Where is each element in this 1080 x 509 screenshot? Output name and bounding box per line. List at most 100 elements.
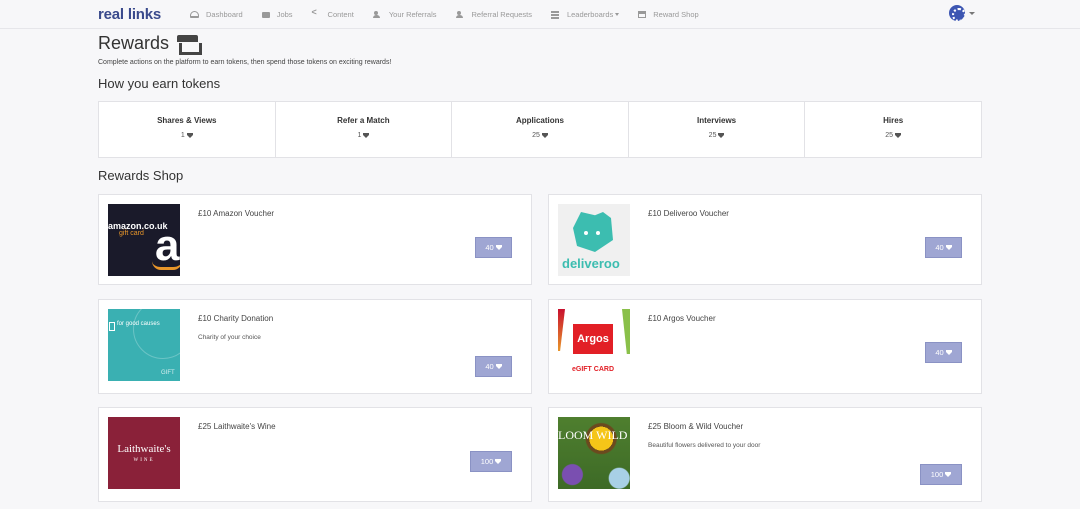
nav-item-dashboard[interactable]: Dashboard <box>190 10 243 19</box>
gem-icon <box>945 245 952 250</box>
earn-tokens-grid: Shares & Views 1 Refer a Match 1 Applica… <box>98 101 982 158</box>
gem-icon <box>363 133 370 138</box>
user-plus-icon <box>372 11 382 18</box>
earn-item-value: 25 <box>629 132 805 139</box>
earn-item-hires: Hires 25 <box>805 102 981 157</box>
earn-item-value: 25 <box>452 132 628 139</box>
image-brand-text: LOOM WILD <box>558 428 628 442</box>
redeem-button[interactable]: 100 <box>920 464 962 485</box>
amazon-smile-logo <box>152 261 180 270</box>
reward-title: £10 Charity Donation <box>198 314 274 323</box>
reward-card-argos: Argos eGIFT CARD £10 Argos Voucher 40 <box>548 299 982 394</box>
chevron-down-icon[interactable] <box>969 12 975 15</box>
page-subtitle: Complete actions on the platform to earn… <box>98 59 392 66</box>
image-sub-text: eGIFT CARD <box>572 366 614 373</box>
decorative-stripe <box>622 309 630 354</box>
shop-section-title: Rewards Shop <box>98 168 184 183</box>
image-brand-text: Laithwaite's <box>117 443 171 455</box>
redeem-button[interactable]: 40 <box>925 342 962 363</box>
bloom-wild-flowers-image: LOOM WILD <box>558 417 630 489</box>
earn-item-label: Shares & Views <box>157 116 217 125</box>
nav-item-leaderboards[interactable]: Leaderboards <box>550 10 620 19</box>
charity-gift-card-image: for good causes GIFT <box>108 309 180 381</box>
redeem-button[interactable]: 40 <box>925 237 962 258</box>
gem-icon <box>945 350 952 355</box>
gem-icon <box>945 472 952 477</box>
redeem-button[interactable]: 40 <box>475 237 512 258</box>
gift-box-icon <box>109 322 115 331</box>
earn-item-shares-views: Shares & Views 1 <box>99 102 276 157</box>
earn-item-value: 25 <box>805 132 981 139</box>
gem-icon <box>495 364 502 369</box>
user-plus-icon <box>455 11 465 18</box>
nav-item-label: Reward Shop <box>653 10 699 19</box>
price-label: 40 <box>935 243 944 252</box>
redeem-button[interactable]: 100 <box>470 451 512 472</box>
earn-item-label: Applications <box>515 116 564 125</box>
image-sub-text: GIFT <box>161 370 175 376</box>
chevron-down-icon <box>615 13 620 16</box>
logo-eye <box>584 231 588 235</box>
token-count: 1 <box>357 132 362 139</box>
decorative-circle <box>133 309 180 359</box>
price-label: 100 <box>930 470 944 479</box>
reward-title: £25 Bloom & Wild Voucher <box>648 422 744 431</box>
earn-item-label: Interviews <box>697 116 737 125</box>
earn-item-refer-match: Refer a Match 1 <box>276 102 453 157</box>
token-count: 25 <box>708 132 717 139</box>
avatar[interactable] <box>949 5 965 21</box>
logo-eye <box>596 231 600 235</box>
nav-menu: Dashboard Jobs Content Your Referrals Re… <box>190 0 718 29</box>
reward-card-deliveroo: deliveroo £10 Deliveroo Voucher 40 <box>548 194 982 285</box>
price-label: 100 <box>480 457 494 466</box>
gem-icon <box>541 133 548 138</box>
image-sub-text: gift card <box>119 230 144 237</box>
reward-card-amazon: amazon.co.uk gift card a £10 Amazon Vouc… <box>98 194 532 285</box>
token-count: 25 <box>532 132 540 139</box>
earn-item-label: Refer a Match <box>337 116 390 125</box>
top-navbar: real links Dashboard Jobs Content Your R… <box>0 0 1080 29</box>
image-brand-text: deliveroo <box>562 256 620 271</box>
deliveroo-logo-image: deliveroo <box>558 204 630 276</box>
price-label: 40 <box>935 348 944 357</box>
image-brand-text: Argos <box>573 324 613 354</box>
nav-item-label: Your Referrals <box>388 10 437 19</box>
nav-item-label: Dashboard <box>206 10 243 19</box>
nav-item-label: Content <box>327 10 354 19</box>
reward-title: £10 Deliveroo Voucher <box>648 209 729 218</box>
reward-card-bloom-wild: LOOM WILD £25 Bloom & Wild Voucher Beaut… <box>548 407 982 502</box>
gem-icon <box>186 133 193 138</box>
list-icon <box>550 11 560 18</box>
reward-title: £10 Amazon Voucher <box>198 209 275 218</box>
nav-item-reward-shop[interactable]: Reward Shop <box>638 10 699 19</box>
earn-item-applications: Applications 25 <box>452 102 629 157</box>
token-count: 1 <box>180 132 185 139</box>
gem-icon <box>895 133 902 138</box>
deliveroo-kangaroo-logo <box>573 212 613 252</box>
reward-card-charity: for good causes GIFT £10 Charity Donatio… <box>98 299 532 394</box>
amazon-gift-card-image: amazon.co.uk gift card a <box>108 204 180 276</box>
laithwaites-wine-image: Laithwaite's WINE <box>108 417 180 489</box>
reward-description: Charity of your choice <box>198 334 261 341</box>
redeem-button[interactable]: 40 <box>475 356 512 377</box>
decorative-stripe <box>558 309 565 351</box>
reward-card-laithwaites: Laithwaite's WINE £25 Laithwaite's Wine … <box>98 407 532 502</box>
argos-gift-card-image: Argos eGIFT CARD <box>558 309 630 381</box>
brand-logo[interactable]: real links <box>98 6 161 23</box>
share-icon <box>312 7 321 18</box>
shop-icon <box>638 11 647 18</box>
nav-item-label: Jobs <box>276 10 293 19</box>
earn-item-label: Hires <box>883 116 904 125</box>
nav-item-content[interactable]: Content <box>312 7 354 19</box>
price-label: 40 <box>485 362 494 371</box>
nav-item-referral-requests[interactable]: Referral Requests <box>455 10 532 19</box>
token-count: 25 <box>885 132 894 139</box>
gem-icon <box>495 459 502 464</box>
nav-item-jobs[interactable]: Jobs <box>261 10 293 19</box>
reward-title: £25 Laithwaite's Wine <box>198 422 276 431</box>
nav-item-label: Leaderboards <box>566 10 614 19</box>
gem-icon <box>495 245 502 250</box>
nav-item-your-referrals[interactable]: Your Referrals <box>372 10 437 19</box>
briefcase-icon <box>261 11 270 18</box>
gem-icon <box>718 133 725 138</box>
